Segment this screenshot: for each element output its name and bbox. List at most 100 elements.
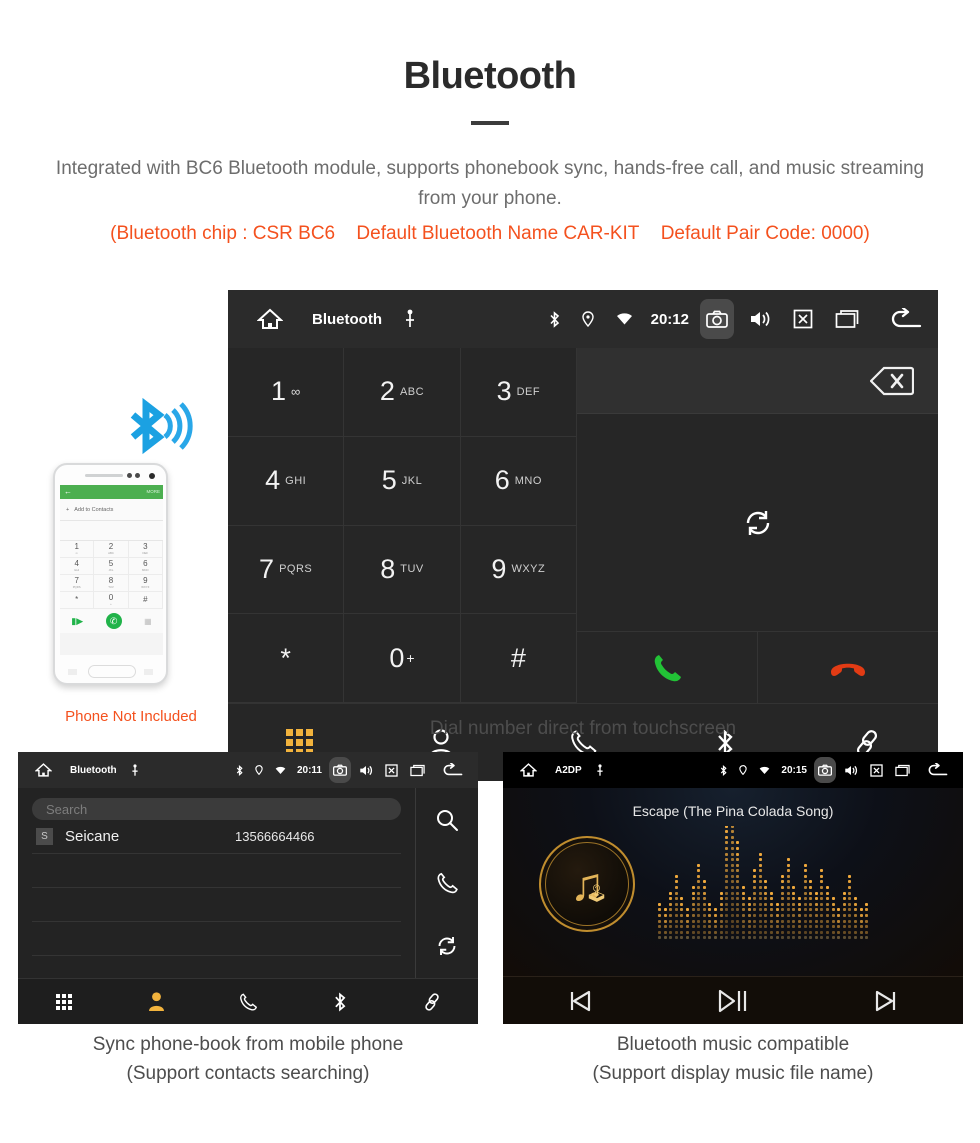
nav-contacts-button[interactable]: [110, 991, 202, 1012]
dialer-status-bar: Bluetooth 20:12: [228, 290, 938, 348]
spec-name: Default Bluetooth Name CAR-KIT: [356, 222, 640, 244]
music-caption: Bluetooth music compatible (Support disp…: [503, 1030, 963, 1089]
back-icon[interactable]: [888, 308, 922, 330]
close-box-icon[interactable]: [793, 309, 813, 329]
dial-key-0[interactable]: 0 +: [344, 614, 461, 703]
phone-earpiece: [85, 474, 123, 477]
phone-key: 7 PQRS: [60, 575, 95, 592]
previous-button[interactable]: [503, 990, 656, 1012]
dialer-call-row: [577, 632, 938, 703]
phonebook-body: Search S Seicane 13566664466: [18, 788, 478, 978]
phone-key: 9 WXYZ: [128, 575, 163, 592]
dial-key-8[interactable]: 8 TUV: [344, 525, 461, 615]
usb-icon: [404, 309, 416, 329]
dial-key-4[interactable]: 4 GHI: [228, 436, 345, 526]
backspace-icon[interactable]: [870, 366, 914, 396]
album-art-placeholder: ♫ 🕹: [539, 836, 635, 932]
bluetooth-icon: [720, 764, 728, 776]
home-icon[interactable]: [257, 307, 283, 331]
hangup-button[interactable]: [758, 632, 938, 703]
nav-link-button[interactable]: [386, 992, 478, 1012]
wifi-icon: [275, 766, 286, 775]
phone-more-label: MORE: [146, 489, 161, 494]
phone-key: 2 ABC: [94, 541, 129, 558]
dial-key-hash[interactable]: #: [460, 614, 577, 703]
call-button[interactable]: [577, 632, 758, 703]
nav-keypad-button[interactable]: [18, 993, 110, 1010]
dial-key-1[interactable]: 1 ∞: [228, 348, 345, 437]
camera-icon[interactable]: [814, 757, 836, 783]
phone-sensor-dot: [127, 473, 132, 478]
phone-mockup: ← MORE + Add to Contacts 1 ∞ 2 ABC 3 DEF 4G…: [53, 463, 168, 685]
search-button[interactable]: [416, 788, 478, 851]
nav-bluetooth-button[interactable]: [294, 991, 386, 1013]
phone-not-included-caption: Phone Not Included: [65, 708, 197, 725]
sync-icon: [742, 507, 774, 539]
phone-home-button: [88, 665, 136, 678]
close-box-icon[interactable]: [870, 763, 883, 777]
music-clock: 20:15: [781, 764, 807, 776]
volume-icon[interactable]: [359, 764, 373, 777]
back-icon[interactable]: [441, 763, 463, 777]
home-icon[interactable]: [520, 762, 537, 778]
dialer-body: 1 ∞ 2 ABC 3 DEF 4 GHI 5 JKL 6 MNO 7 PQRS 8 TUV 9…: [228, 348, 938, 703]
camera-icon[interactable]: [329, 757, 351, 783]
phonebook-side-actions: [416, 788, 478, 978]
dial-key-5[interactable]: 5 JKL: [344, 436, 461, 526]
link-icon: [422, 992, 442, 1012]
dialer-number-input[interactable]: [577, 348, 938, 414]
phone-sensor-dot: [135, 473, 140, 478]
phone-add-to-contacts-row: + Add to Contacts: [60, 499, 163, 521]
phone-screen: ← MORE + Add to Contacts 1 ∞ 2 ABC 3 DEF 4G…: [60, 485, 163, 655]
phone-key: 1 ∞: [60, 541, 95, 558]
next-button[interactable]: [810, 990, 963, 1012]
dial-key-star[interactable]: *: [228, 614, 345, 703]
phone-call-button: ✆: [105, 613, 122, 629]
phone-number-field: [60, 521, 163, 541]
dial-key-2[interactable]: 2 ABC: [344, 348, 461, 437]
contact-row-empty: [32, 888, 401, 922]
sync-button[interactable]: [416, 915, 478, 978]
dialer-right-panel: [577, 348, 938, 703]
phone-key: 0 +: [94, 592, 129, 609]
location-icon: [581, 311, 594, 327]
contact-row[interactable]: S Seicane 13566664466: [32, 820, 401, 854]
home-icon[interactable]: [35, 762, 52, 778]
keypad-icon: [56, 993, 72, 1010]
contact-row-empty: [32, 854, 401, 888]
recent-apps-icon[interactable]: [895, 764, 910, 777]
phonebook-caption-line1: Sync phone-book from mobile phone: [92, 1034, 404, 1055]
volume-icon[interactable]: [844, 764, 858, 777]
call-button[interactable]: [416, 851, 478, 914]
play-pause-button[interactable]: [656, 989, 809, 1013]
wifi-icon: [759, 766, 770, 775]
phone-key: 3 DEF: [128, 541, 163, 558]
track-title: Escape (The Pina Colada Song): [632, 803, 834, 819]
search-input[interactable]: Search: [32, 798, 401, 820]
camera-icon[interactable]: [700, 299, 734, 339]
dial-key-7[interactable]: 7 PQRS: [228, 525, 345, 615]
recent-apps-icon[interactable]: [410, 764, 425, 777]
music-note-icon: ♫ 🕹: [570, 861, 608, 907]
close-box-icon[interactable]: [385, 763, 398, 777]
location-icon: [739, 765, 748, 775]
back-icon[interactable]: [926, 763, 948, 777]
dial-key-6[interactable]: 6 MNO: [460, 436, 577, 526]
plus-icon: +: [66, 506, 70, 513]
volume-icon[interactable]: [749, 309, 771, 329]
phone-key: 4 GHI: [60, 558, 95, 575]
phone-back-icon: ←: [64, 487, 72, 496]
music-caption-line1: Bluetooth music compatible: [616, 1034, 850, 1055]
dial-key-3[interactable]: 3 DEF: [460, 348, 577, 437]
bluetooth-icon: 🕹: [585, 884, 608, 903]
recent-apps-icon[interactable]: [835, 309, 859, 329]
nav-call-log-button[interactable]: [202, 992, 294, 1012]
phonebook-caption-line2: (Support contacts searching): [126, 1063, 370, 1085]
dial-key-9[interactable]: 9 WXYZ: [460, 525, 577, 615]
dialer-sync-button[interactable]: [577, 414, 938, 632]
sync-icon: [435, 934, 459, 958]
phone-back-key: [144, 669, 153, 675]
phonebook-bottom-nav: [18, 978, 478, 1024]
page-title: Bluetooth: [403, 55, 577, 97]
phonebook-caption: Sync phone-book from mobile phone (Suppo…: [18, 1030, 478, 1089]
